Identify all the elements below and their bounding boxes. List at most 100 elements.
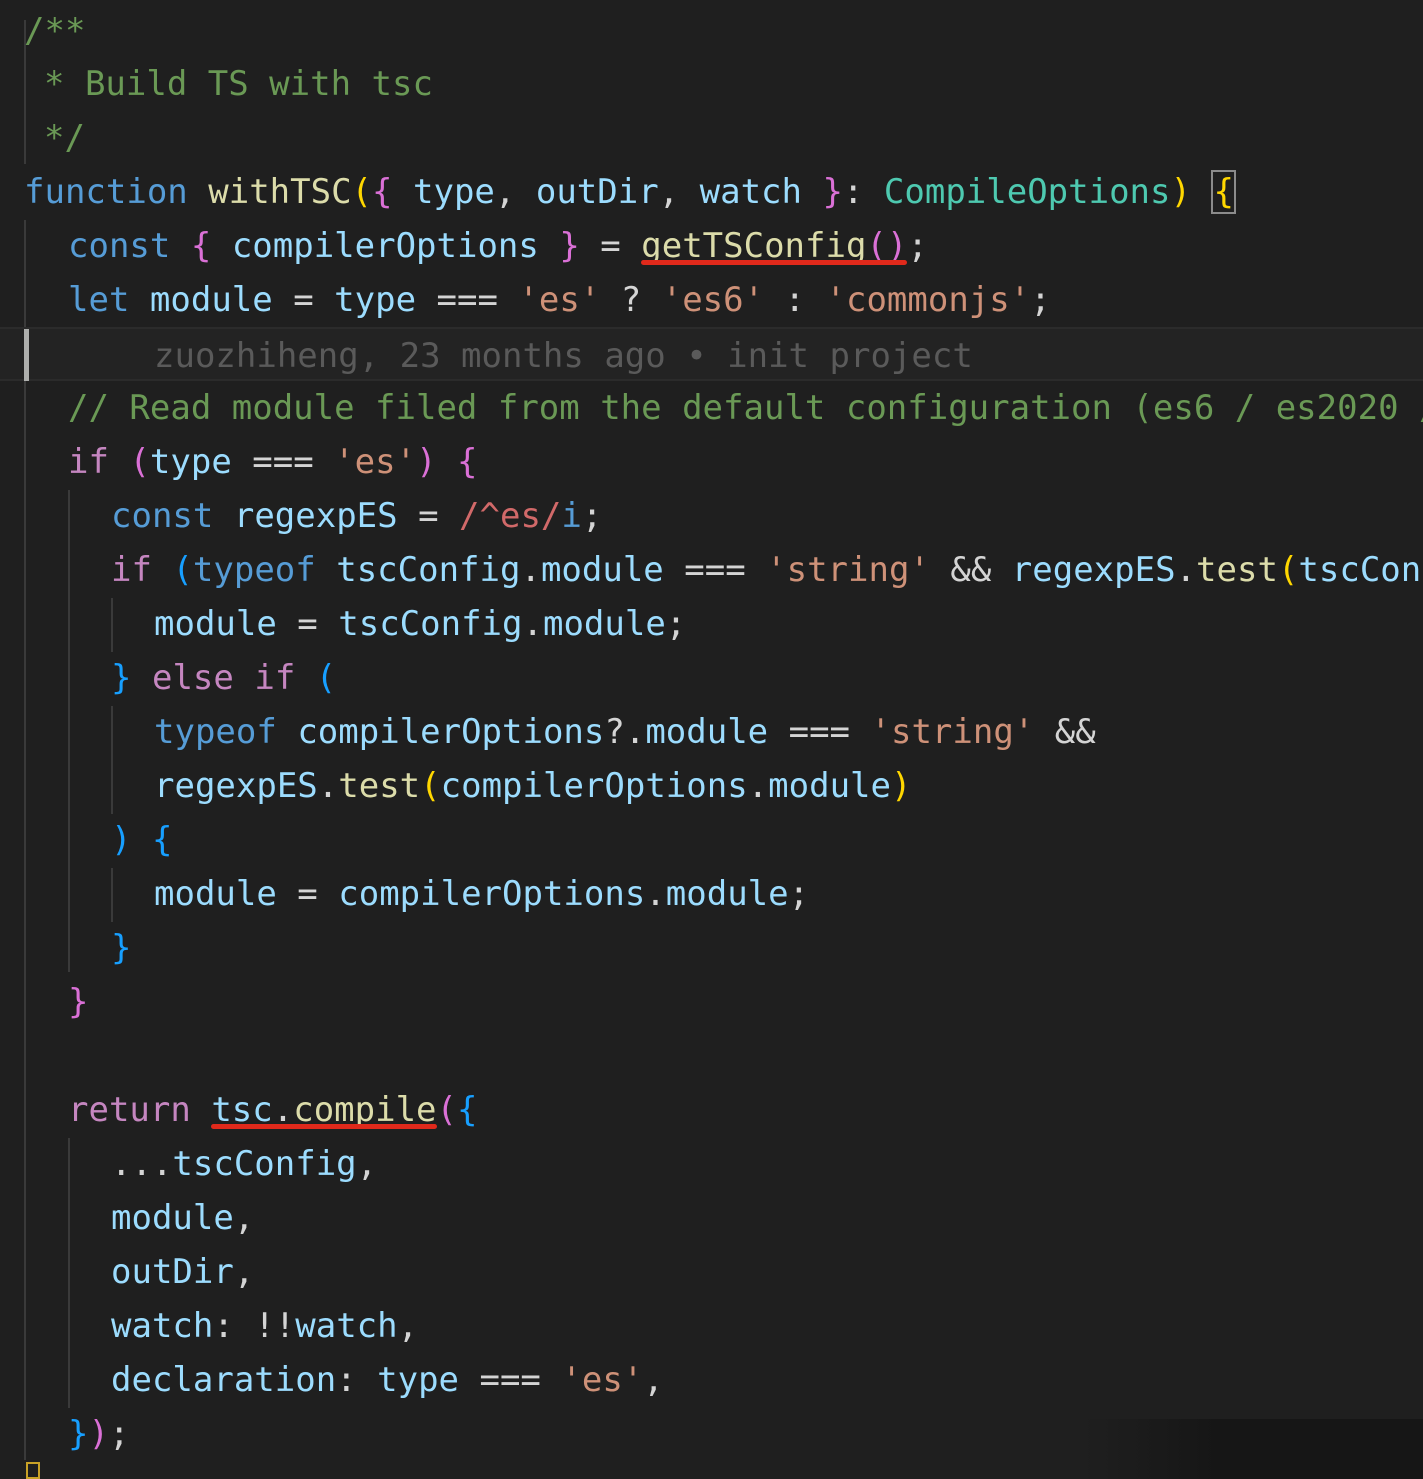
code-text: } [68,975,88,1029]
token: && [929,550,1012,590]
code-line[interactable]: module = compilerOptions.module; [0,867,1423,921]
bracket-match-marker [26,1462,40,1479]
token: zuozhiheng, 23 months ago • init project [154,336,973,376]
token: typeof [154,712,277,752]
token: === [768,712,871,752]
token: } [822,172,843,212]
git-blame-annotation: zuozhiheng, 23 months ago • init project [154,329,973,383]
token: : [764,280,826,320]
code-text: /** [24,4,85,58]
token: module [111,1198,234,1238]
code-line[interactable]: regexpES.test(compilerOptions.module) [0,759,1423,813]
token: === [416,280,519,320]
token: . [645,874,666,914]
token: module [154,874,277,914]
token: { [1211,170,1236,214]
token: { [457,442,478,482]
tsc-compile-underline [211,1124,437,1129]
token: { [457,1090,478,1130]
code-text: outDir, [111,1245,254,1299]
token: watch [699,172,802,212]
code-line[interactable]: if (typeof tscConfig.module === 'string'… [0,543,1423,597]
token: watch [111,1306,214,1346]
code-line[interactable]: watch: !!watch, [0,1299,1423,1353]
token: ( [315,658,337,698]
token: typeof [192,550,316,590]
token: ( [436,1090,457,1130]
token: : [336,1360,378,1400]
code-line[interactable]: function withTSC({ type, outDir, watch }… [0,165,1423,219]
code-line[interactable]: const regexpES = /^es/i; [0,489,1423,543]
token: . [522,604,543,644]
code-line[interactable]: } [0,975,1423,1029]
code-text: module = tscConfig.module; [154,597,686,651]
code-line[interactable]: * Build TS with tsc [0,57,1423,111]
code-line[interactable]: if (type === 'es') { [0,435,1423,489]
token: { [190,226,212,266]
token: // Read module filed from the default co… [68,388,1423,428]
code-line[interactable]: ) { [0,813,1423,867]
token: , [356,1144,378,1184]
token: * Build TS with tsc [44,64,433,104]
token: module [645,712,769,752]
code-line[interactable]: typeof compilerOptions?.module === 'stri… [0,705,1423,759]
token: module [768,766,891,806]
token: !! [254,1306,296,1346]
code-line[interactable]: module, [0,1191,1423,1245]
token: . [747,766,769,806]
code-line[interactable]: // Read module filed from the default co… [0,381,1423,435]
code-text: typeof compilerOptions?.module === 'stri… [154,705,1096,759]
token: type [377,1360,460,1400]
token: */ [44,118,85,158]
git-blame-line[interactable]: zuozhiheng, 23 months ago • init project [0,327,1423,381]
token: ) [890,766,912,806]
code-line[interactable]: module = tscConfig.module; [0,597,1423,651]
token: i [561,496,582,536]
code-line[interactable]: } else if ( [0,651,1423,705]
token: 'es' [518,280,601,320]
token: ( [129,442,150,482]
getTSConfig-underline [641,260,908,265]
code-line[interactable]: } [0,921,1423,975]
token: if [111,550,152,590]
token: return [68,1090,191,1130]
token: module [149,280,273,320]
token: ( [1277,550,1299,590]
token: { [151,820,173,860]
code-line[interactable]: /** [0,4,1423,58]
code-editor[interactable]: /** * Build TS with tsc */ function withTSC… [0,0,1423,1479]
code-text: * Build TS with tsc [44,57,433,111]
code-line[interactable]: ...tscConfig, [0,1137,1423,1191]
token: 'string' [870,712,1035,752]
token: withTSC [208,172,352,212]
token: , [233,1252,255,1292]
token: === [231,442,335,482]
token: compilerOptions [297,712,605,752]
code-line[interactable]: declaration: type === 'es', [0,1353,1423,1407]
code-line[interactable]: outDir, [0,1245,1423,1299]
code-text: regexpES.test(compilerOptions.module) [154,759,911,813]
token: type [149,442,232,482]
code-text: module, [111,1191,254,1245]
token: === [663,550,767,590]
token: , [643,1360,664,1400]
code-line[interactable]: let module = type === 'es' ? 'es6' : 'co… [0,273,1423,327]
text-cursor [24,329,29,381]
token: if [254,658,296,698]
token: 'es6' [661,280,765,320]
token: /^es/ [459,496,562,536]
code-line[interactable]: */ [0,111,1423,165]
code-text: } else if ( [111,651,336,705]
code-text: function withTSC({ type, outDir, watch }… [24,165,1236,219]
